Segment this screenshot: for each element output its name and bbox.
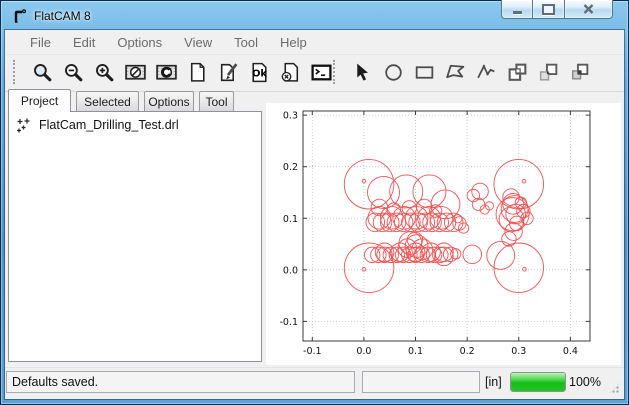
minimize-button[interactable] xyxy=(501,0,532,19)
resize-grip-icon[interactable] xyxy=(608,382,620,394)
menu-item-tool[interactable]: Tool xyxy=(223,33,269,52)
caption-buttons xyxy=(501,0,613,19)
tree-item-drill-file[interactable]: FlatCam_Drilling_Test.drl xyxy=(9,112,261,135)
svg-text:0.0: 0.0 xyxy=(283,265,298,276)
copy-icon xyxy=(537,61,560,84)
titlebar[interactable]: FlatCAM 8 xyxy=(6,0,623,30)
toolbar-group-view: Ok xyxy=(13,55,335,89)
rectangle-tool-icon xyxy=(413,61,436,84)
svg-text:0.1: 0.1 xyxy=(408,346,423,357)
replot-button[interactable] xyxy=(152,58,180,86)
plot-area[interactable]: -0.1 0.0 0.1 0.2 0.3 0.4 -0.1 0.0 0.1 0.2 0.3 xyxy=(266,103,621,365)
cancel-file-icon xyxy=(279,61,302,84)
menu-item-options[interactable]: Options xyxy=(106,33,173,52)
zoom-in-button[interactable] xyxy=(90,58,118,86)
zoom-out-icon xyxy=(62,61,85,84)
svg-text:0.2: 0.2 xyxy=(460,346,475,357)
draw-polygon-button[interactable] xyxy=(441,58,469,86)
svg-text:-0.1: -0.1 xyxy=(279,317,298,328)
circle-tool-icon xyxy=(382,61,405,84)
cancel-button[interactable] xyxy=(276,58,304,86)
window-title: FlatCAM 8 xyxy=(34,9,91,23)
statusbar: Defaults saved. [in] 100% xyxy=(5,367,624,398)
union-icon xyxy=(506,61,529,84)
project-tree-panel[interactable]: FlatCam_Drilling_Test.drl xyxy=(8,111,262,362)
tab-project[interactable]: Project xyxy=(8,89,71,112)
shell-icon xyxy=(310,61,333,84)
ok-button[interactable]: Ok xyxy=(245,58,273,86)
status-field-secondary xyxy=(362,371,480,393)
toolbar-drag-handle[interactable] xyxy=(13,60,19,84)
svg-text:0.1: 0.1 xyxy=(283,214,298,225)
maximize-icon xyxy=(542,4,555,15)
copy-button[interactable] xyxy=(534,58,562,86)
zoom-fit-button[interactable] xyxy=(28,58,56,86)
select-button[interactable] xyxy=(348,58,376,86)
menu-item-edit[interactable]: Edit xyxy=(62,33,106,52)
shell-button[interactable] xyxy=(307,58,335,86)
progress-fill xyxy=(511,373,565,391)
tab-options[interactable]: Options xyxy=(144,91,194,111)
close-button[interactable] xyxy=(565,0,613,19)
draw-rectangle-button[interactable] xyxy=(410,58,438,86)
new-file-icon xyxy=(186,61,209,84)
status-message: Defaults saved. xyxy=(6,371,355,393)
maximize-button[interactable] xyxy=(532,0,565,19)
drill-plot: -0.1 0.0 0.1 0.2 0.3 0.4 -0.1 0.0 0.1 0.2 0.3 xyxy=(266,103,621,365)
draw-circle-button[interactable] xyxy=(379,58,407,86)
progress-bar xyxy=(510,372,566,392)
tree-item-label: FlatCam_Drilling_Test.drl xyxy=(39,118,179,132)
menu-item-view[interactable]: View xyxy=(173,33,223,52)
menu-item-file[interactable]: File xyxy=(19,33,62,52)
close-icon xyxy=(583,4,594,14)
svg-text:0.3: 0.3 xyxy=(283,111,298,122)
menu-item-help[interactable]: Help xyxy=(269,33,318,52)
tab-selected[interactable]: Selected xyxy=(76,91,139,111)
new-file-button[interactable] xyxy=(183,58,211,86)
svg-text:0.4: 0.4 xyxy=(563,346,578,357)
draw-path-button[interactable] xyxy=(472,58,500,86)
svg-text:Ok: Ok xyxy=(251,68,266,79)
polygon-tool-icon xyxy=(444,61,467,84)
flatcam-window: FlatCAM 8 File Edit Options View Tool He… xyxy=(0,0,629,405)
zoom-in-icon xyxy=(93,61,116,84)
clear-plot-button[interactable] xyxy=(121,58,149,86)
tab-tool[interactable]: Tool xyxy=(199,91,234,111)
minimize-icon xyxy=(513,11,522,14)
toolbar: Ok xyxy=(5,54,624,92)
move-icon xyxy=(568,61,591,84)
menubar: File Edit Options View Tool Help xyxy=(5,31,624,53)
ok-file-icon: Ok xyxy=(248,61,271,84)
svg-text:-0.1: -0.1 xyxy=(303,346,322,357)
svg-text:0.0: 0.0 xyxy=(356,346,371,357)
zoom-out-button[interactable] xyxy=(59,58,87,86)
clear-plot-icon xyxy=(124,61,147,84)
edit-file-icon xyxy=(217,61,240,84)
move-button[interactable] xyxy=(565,58,593,86)
client-area: File Edit Options View Tool Help Ok xyxy=(5,30,624,399)
edit-button[interactable] xyxy=(214,58,242,86)
zoom-fit-icon xyxy=(31,61,54,84)
union-button[interactable] xyxy=(503,58,531,86)
path-tool-icon xyxy=(475,61,498,84)
svg-text:0.3: 0.3 xyxy=(511,346,526,357)
svg-text:0.2: 0.2 xyxy=(283,162,298,173)
panel-tabs: Project Selected Options Tool xyxy=(8,90,234,112)
flatcam-logo-icon xyxy=(12,8,28,24)
drill-marks-icon xyxy=(16,117,32,133)
replot-icon xyxy=(155,61,178,84)
progress-percent-label: 100% xyxy=(569,368,601,396)
select-arrow-icon xyxy=(351,61,374,84)
toolbar-group-geometry xyxy=(333,55,593,89)
units-label: [in] xyxy=(485,368,502,396)
toolbar-drag-handle[interactable] xyxy=(333,60,339,84)
